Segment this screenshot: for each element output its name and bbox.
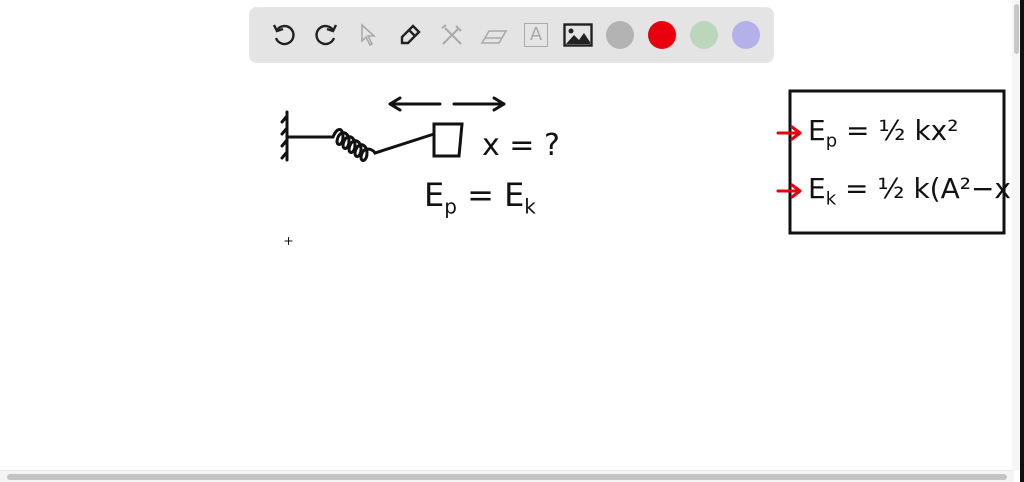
ek-sub: k <box>825 188 837 210</box>
potential-energy-formula: Ep = ½ kx² <box>808 114 958 152</box>
image-tool[interactable] <box>557 14 599 56</box>
redo-icon <box>315 24 338 46</box>
ep-symbol: E <box>424 176 445 214</box>
equals-ek: = E <box>456 176 525 214</box>
text-tool[interactable]: A <box>515 14 557 56</box>
window-edge <box>1020 0 1024 482</box>
whiteboard-canvas[interactable]: x = ? Ep = Ek Ep = ½ kx² Ek = ½ k(A²−x²) <box>0 0 1024 470</box>
color-purple[interactable] <box>725 14 767 56</box>
horizontal-scroll-thumb[interactable] <box>7 474 1007 480</box>
kinetic-energy-formula: Ek = ½ k(A²−x²) <box>808 172 1024 210</box>
eraser-tool[interactable] <box>473 14 515 56</box>
pen-tool[interactable] <box>389 14 431 56</box>
tools-button[interactable] <box>431 14 473 56</box>
select-icon <box>361 23 377 47</box>
unknown-x-label: x = ? <box>482 128 560 163</box>
ek-lhs: E <box>808 172 826 205</box>
vertical-scrollbar[interactable] <box>1012 0 1020 470</box>
eraser-icon <box>480 30 508 44</box>
vertical-scroll-thumb[interactable] <box>1014 4 1019 54</box>
ep-subscript: p <box>444 194 457 219</box>
ep-rhs: = ½ kx² <box>837 114 959 147</box>
energy-equation: Ep = Ek <box>424 176 536 218</box>
tools-icon <box>441 24 462 45</box>
ek-rhs: = ½ k(A²−x²) <box>836 172 1024 205</box>
spring-drawing <box>280 89 1006 245</box>
color-green[interactable] <box>683 14 725 56</box>
color-red[interactable] <box>641 14 683 56</box>
undo-icon <box>272 24 295 46</box>
horizontal-scrollbar[interactable] <box>0 470 1014 482</box>
ep-sub: p <box>825 130 838 152</box>
undo-button[interactable] <box>263 14 305 56</box>
ep-lhs: E <box>808 114 826 147</box>
image-icon <box>563 23 593 47</box>
ek-subscript: k <box>524 194 536 219</box>
color-gray[interactable] <box>599 14 641 56</box>
redo-button[interactable] <box>305 14 347 56</box>
drawing-toolbar: A <box>249 7 774 63</box>
pen-icon <box>400 24 421 45</box>
text-icon: A <box>524 23 548 47</box>
select-tool[interactable] <box>347 14 389 56</box>
